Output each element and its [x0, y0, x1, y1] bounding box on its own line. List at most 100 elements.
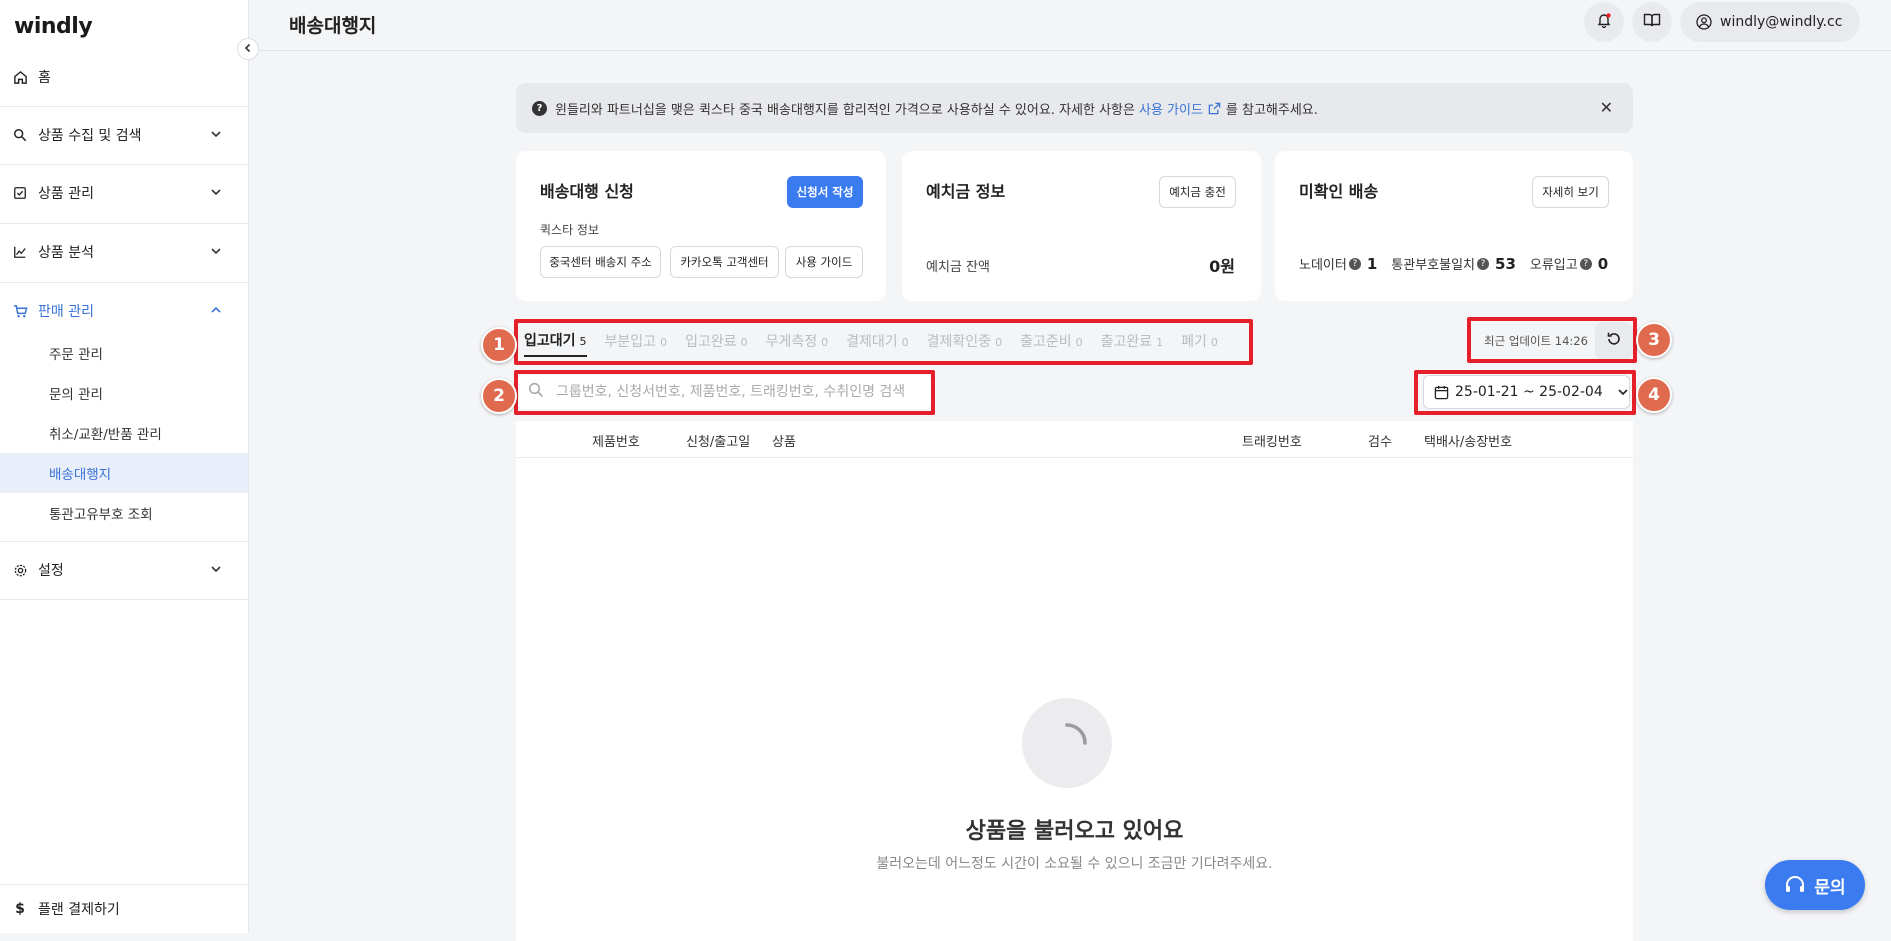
card-title: 미확인 배송 — [1299, 182, 1379, 201]
question-icon: ? — [532, 100, 547, 116]
help-icon[interactable]: ? — [1579, 257, 1592, 270]
sidebar-subitem-returns[interactable]: 취소/교환/반품 관리 — [0, 413, 248, 453]
sidebar-item-label: 설정 — [38, 563, 64, 579]
app-logo[interactable]: windly — [14, 14, 93, 39]
banner-text: 윈들리와 파트너십을 맺은 퀵스타 중국 배송대행지를 합리적인 가격으로 사용… — [555, 102, 1135, 118]
gear-icon — [12, 562, 28, 578]
search-icon — [12, 127, 28, 143]
chevron-down-icon — [210, 245, 222, 261]
banner-text-after: 를 참고해주세요. — [1225, 102, 1318, 118]
metric-label: 오류입고 — [1529, 258, 1578, 273]
chevron-down-icon — [210, 128, 222, 144]
chevron-down-icon — [210, 563, 222, 579]
sidebar-item-label: 상품 수집 및 검색 — [38, 128, 142, 144]
chevron-left-icon — [243, 42, 253, 57]
annotation-badge-3: 3 — [1636, 322, 1672, 358]
unconfirmed-metrics: 노데이터 ? 1 통관부호불일치 ? 53 오류입고 ? 0 — [1299, 254, 1622, 274]
deposit-charge-button[interactable]: 예치금 충전 — [1159, 176, 1236, 208]
sidebar-subitem-inquiries[interactable]: 문의 관리 — [0, 373, 248, 413]
column-header: 트래킹번호 — [1242, 435, 1302, 450]
metric-value: 53 — [1495, 254, 1516, 273]
metric-value: 0 — [1597, 254, 1609, 273]
quickstar-info-label: 퀵스타 정보 — [540, 223, 600, 237]
shipment-table: 제품번호 신청/출고일 상품 트래킹번호 검수 택배사/송장번호 상품을 불러오… — [516, 421, 1633, 941]
write-application-button[interactable]: 신청서 작성 — [787, 176, 863, 208]
divider — [0, 599, 248, 600]
annotation-badge-1: 1 — [481, 327, 517, 363]
dollar-icon: $ — [15, 900, 25, 917]
loading-title: 상품을 불러오고 있어요 — [965, 819, 1184, 844]
notification-button[interactable] — [1584, 2, 1624, 42]
inquiry-label: 문의 — [1814, 877, 1846, 898]
metric-label: 통관부호불일치 — [1391, 258, 1476, 273]
annotation-box-1 — [514, 319, 1253, 365]
shipping-apply-card: 배송대행 신청 신청서 작성 퀵스타 정보 중국센터 배송지 주소 카카오톡 고… — [516, 151, 886, 301]
chevron-up-icon — [210, 304, 222, 320]
china-center-address-button[interactable]: 중국센터 배송지 주소 — [540, 246, 661, 278]
sidebar-item-product-analysis[interactable]: 상품 분석 — [0, 223, 248, 281]
metric-label: 노데이터 — [1299, 258, 1347, 273]
column-header: 택배사/송장번호 — [1424, 435, 1513, 450]
kakaotalk-support-button[interactable]: 카카오톡 고객센터 — [670, 246, 779, 278]
spinner-icon — [1065, 723, 1087, 745]
unconfirmed-delivery-card: 미확인 배송 자세히 보기 노데이터 ? 1 통관부호불일치 ? 53 오류입고… — [1275, 151, 1633, 301]
headset-icon — [1784, 874, 1806, 896]
column-header: 신청/출고일 — [686, 435, 751, 450]
plan-payment-button[interactable]: $ 플랜 결제하기 — [0, 884, 248, 933]
external-link-icon[interactable] — [1208, 102, 1221, 115]
chevron-down-icon — [210, 186, 222, 202]
sidebar-item-sales-manage[interactable]: 판매 관리 — [0, 282, 248, 340]
annotation-badge-4: 4 — [1636, 377, 1672, 413]
annotation-box-2 — [514, 370, 935, 415]
card-title: 예치금 정보 — [926, 182, 1006, 201]
annotation-box-4 — [1414, 370, 1636, 415]
annotation-badge-2: 2 — [481, 378, 517, 414]
sidebar-item-label: 상품 관리 — [38, 186, 94, 202]
sidebar-collapse-button[interactable] — [237, 38, 259, 60]
annotation-box-3 — [1467, 317, 1637, 363]
column-header: 제품번호 — [592, 435, 640, 450]
home-icon — [12, 69, 28, 85]
loading-spinner — [1022, 698, 1112, 788]
chart-icon — [12, 244, 28, 260]
user-email: windly@windly.cc — [1720, 14, 1843, 30]
info-banner: ? 윈들리와 파트너십을 맺은 퀵스타 중국 배송대행지를 합리적인 가격으로 … — [516, 83, 1633, 133]
sidebar-subitem-shipping-agent[interactable]: 배송대행지 — [0, 453, 248, 493]
checkbox-icon — [12, 185, 28, 201]
help-icon[interactable]: ? — [1348, 257, 1361, 270]
card-title: 배송대행 신청 — [540, 182, 634, 201]
sidebar-item-settings[interactable]: 설정 — [0, 541, 248, 599]
view-details-button[interactable]: 자세히 보기 — [1532, 176, 1609, 208]
page-title: 배송대행지 — [289, 15, 377, 37]
sidebar-item-home[interactable]: 홈 — [0, 48, 248, 106]
sidebar-item-product-manage[interactable]: 상품 관리 — [0, 164, 248, 222]
column-header: 상품 — [772, 435, 796, 450]
sidebar-item-product-search[interactable]: 상품 수집 및 검색 — [0, 106, 248, 164]
user-menu-button[interactable]: windly@windly.cc — [1680, 2, 1860, 42]
help-icon[interactable]: ? — [1477, 257, 1490, 270]
deposit-balance-value: 0원 — [1209, 257, 1235, 276]
cart-icon — [12, 303, 28, 319]
sidebar-subitem-customs-code[interactable]: 통관고유부호 조회 — [0, 493, 248, 533]
sidebar: windly 홈 상품 수집 및 검색 상품 관리 상품 분석 판매 관리 주문… — [0, 0, 249, 933]
sidebar-item-label: 판매 관리 — [38, 304, 94, 320]
top-bar: 배송대행지 windly@windly.cc — [249, 0, 1891, 51]
book-icon — [1643, 12, 1661, 32]
sidebar-subitem-orders[interactable]: 주문 관리 — [0, 333, 248, 373]
plan-payment-label: 플랜 결제하기 — [38, 901, 120, 918]
sidebar-item-label: 상품 분석 — [38, 245, 94, 261]
metric-value: 1 — [1366, 254, 1378, 273]
deposit-info-card: 예치금 정보 예치금 충전 예치금 잔액 0원 — [902, 151, 1261, 301]
guide-book-button[interactable] — [1632, 2, 1672, 42]
deposit-balance-label: 예치금 잔액 — [926, 260, 990, 275]
loading-subtitle: 불러오는데 어느정도 시간이 소요될 수 있으니 조금만 기다려주세요. — [876, 856, 1273, 872]
column-header: 검수 — [1368, 435, 1392, 450]
inquiry-chat-button[interactable]: 문의 — [1765, 860, 1865, 910]
usage-guide-button[interactable]: 사용 가이드 — [785, 246, 863, 278]
table-header: 제품번호 신청/출고일 상품 트래킹번호 검수 택배사/송장번호 — [516, 421, 1633, 458]
user-avatar-icon — [1696, 14, 1712, 30]
bell-icon — [1596, 12, 1612, 32]
banner-guide-link[interactable]: 사용 가이드 — [1139, 99, 1203, 118]
close-icon[interactable]: ✕ — [1600, 98, 1613, 117]
sidebar-item-label: 홈 — [38, 70, 51, 86]
